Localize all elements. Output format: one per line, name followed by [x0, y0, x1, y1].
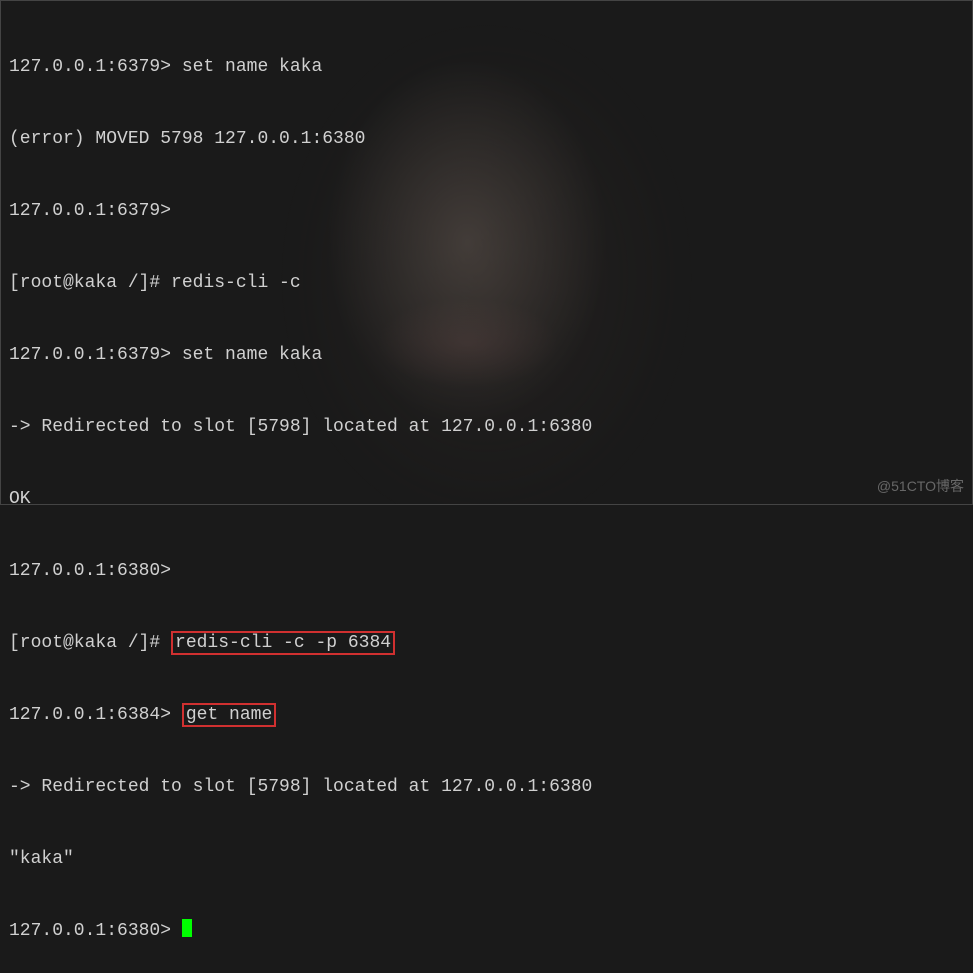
prompt: 127.0.0.1:6380> — [9, 561, 182, 581]
terminal-line: -> Redirected to slot [5798] located at … — [9, 775, 964, 799]
terminal-line: -> Redirected to slot [5798] located at … — [9, 415, 964, 439]
command: set name kaka — [182, 57, 322, 77]
terminal-output[interactable]: 127.0.0.1:6379> set name kaka (error) MO… — [1, 1, 972, 973]
terminal-line: 127.0.0.1:6380> — [9, 919, 964, 943]
prompt: 127.0.0.1:6379> — [9, 57, 182, 77]
terminal-line: 127.0.0.1:6379> set name kaka — [9, 55, 964, 79]
prompt: [root@kaka /]# — [9, 633, 171, 653]
command: redis-cli -c — [171, 273, 301, 293]
output-text: OK — [9, 489, 31, 509]
prompt: [root@kaka /]# — [9, 273, 171, 293]
terminal-line: 127.0.0.1:6379> set name kaka — [9, 343, 964, 367]
terminal-line: 127.0.0.1:6379> — [9, 199, 964, 223]
command: redis-cli -c -p 6384 — [175, 633, 391, 653]
prompt: 127.0.0.1:6379> — [9, 345, 182, 365]
terminal-line: OK — [9, 487, 964, 511]
command: set name kaka — [182, 345, 322, 365]
output-text: -> Redirected to slot [5798] located at … — [9, 417, 592, 437]
output-text: -> Redirected to slot [5798] located at … — [9, 777, 592, 797]
terminal-line: 127.0.0.1:6380> — [9, 559, 964, 583]
terminal-line: 127.0.0.1:6384> get name — [9, 703, 964, 727]
terminal-line: [root@kaka /]# redis-cli -c -p 6384 — [9, 631, 964, 655]
highlight-box: redis-cli -c -p 6384 — [171, 631, 395, 655]
watermark: @51CTO博客 — [877, 474, 964, 498]
cursor-icon — [182, 919, 192, 937]
terminal-line: [root@kaka /]# redis-cli -c — [9, 271, 964, 295]
output-text: "kaka" — [9, 849, 74, 869]
output-text: (error) MOVED 5798 127.0.0.1:6380 — [9, 129, 365, 149]
terminal-line: (error) MOVED 5798 127.0.0.1:6380 — [9, 127, 964, 151]
prompt: 127.0.0.1:6384> — [9, 705, 182, 725]
prompt: 127.0.0.1:6380> — [9, 921, 182, 941]
prompt: 127.0.0.1:6379> — [9, 201, 182, 221]
highlight-box: get name — [182, 703, 276, 727]
command: get name — [186, 705, 272, 725]
terminal-line: "kaka" — [9, 847, 964, 871]
